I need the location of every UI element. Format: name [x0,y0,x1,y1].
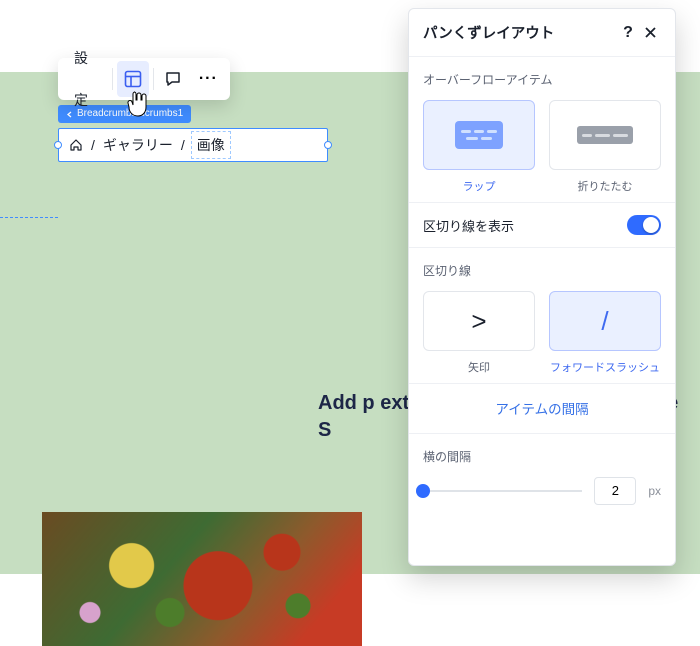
breadcrumb-separator: / [91,137,95,153]
item-spacing-link-row: アイテムの間隔 [409,384,675,434]
breadcrumb-widget[interactable]: / ギャラリー / 画像 [58,128,328,162]
horizontal-spacing-label: 横の間隔 [423,448,661,465]
horizontal-spacing-unit: px [648,484,661,498]
arrow-glyph: > [423,291,535,351]
toolbar-divider [112,68,113,90]
separator-label: 区切り線 [423,262,661,279]
breadcrumb-current[interactable]: 画像 [193,135,229,155]
breadcrumb-link-gallery[interactable]: ギャラリー [103,135,173,155]
overflow-option-fold[interactable]: 折りたたむ [549,100,661,194]
settings-button[interactable]: 設定 [62,37,110,121]
breadcrumb-layout-panel: パンくずレイアウト ? オーバーフローアイテム ラップ [408,8,676,566]
show-separator-row: 区切り線を表示 [409,203,675,248]
panel-header: パンくずレイアウト ? [409,9,675,57]
close-button[interactable] [639,22,661,44]
separator-section: 区切り線 > 矢印 / フォワードスラッシュ [409,248,675,384]
more-icon: ··· [199,70,218,88]
slider-knob[interactable] [416,484,430,498]
overflow-option-wrap[interactable]: ラップ [423,100,535,194]
cursor-hand-icon [126,90,152,125]
slash-glyph: / [549,291,661,351]
separator-option-slash[interactable]: / フォワードスラッシュ [549,291,661,375]
home-icon [69,138,83,152]
help-button[interactable]: ? [617,22,639,44]
comment-icon [164,70,182,88]
breadcrumb-separator: / [181,137,185,153]
horizontal-spacing-slider[interactable] [423,484,582,498]
overflow-option-fold-label: 折りたたむ [578,178,633,194]
fold-icon [577,126,633,144]
overflow-option-wrap-label: ラップ [463,178,496,194]
separator-option-arrow[interactable]: > 矢印 [423,291,535,375]
panel-title: パンくずレイアウト [423,22,617,43]
horizontal-spacing-input[interactable]: 2 [594,477,636,505]
more-button[interactable]: ··· [193,61,224,97]
resize-handle-right[interactable] [324,141,332,149]
overflow-label: オーバーフローアイテム [423,71,661,88]
close-icon [644,26,657,39]
food-image [42,512,362,646]
item-spacing-link[interactable]: アイテムの間隔 [495,402,588,417]
overflow-section: オーバーフローアイテム ラップ 折りたたむ [409,57,675,203]
wrap-icon [455,121,503,149]
separator-option-slash-label: フォワードスラッシュ [550,359,660,375]
separator-option-arrow-label: 矢印 [468,359,490,375]
horizontal-spacing-section: 横の間隔 2 px [409,434,675,519]
resize-handle-left[interactable] [54,141,62,149]
show-separator-label: 区切り線を表示 [423,216,627,235]
toolbar-divider [153,68,154,90]
help-icon: ? [623,24,633,42]
guide-line [0,217,58,218]
comment-button[interactable] [157,61,188,97]
show-separator-toggle[interactable] [627,215,661,235]
layout-icon [124,70,142,88]
